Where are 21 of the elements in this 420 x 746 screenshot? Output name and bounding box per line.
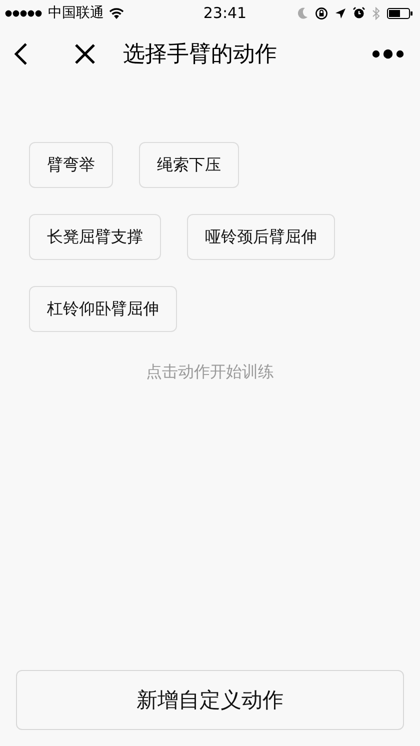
alarm-icon — [352, 7, 365, 19]
back-icon[interactable] — [14, 42, 28, 66]
exercise-button[interactable]: 杠铃仰卧臂屈伸 — [29, 286, 177, 332]
bluetooth-icon — [372, 6, 380, 20]
exercise-button[interactable]: 哑铃颈后臂屈伸 — [187, 214, 335, 260]
wifi-icon — [109, 8, 124, 18]
clock-time: 23:41 — [203, 4, 247, 22]
close-icon[interactable] — [75, 44, 95, 64]
exercise-button[interactable]: 绳索下压 — [139, 142, 239, 188]
carrier-name: 中国联通 — [48, 4, 104, 22]
add-custom-action-button[interactable]: 新增自定义动作 — [16, 670, 404, 730]
rotation-lock-icon — [314, 6, 328, 20]
battery-icon — [386, 8, 413, 18]
exercise-button[interactable]: 长凳屈臂支撑 — [29, 214, 161, 260]
hint-text: 点击动作开始训练 — [145, 362, 275, 383]
moon-icon — [298, 7, 308, 19]
page-title: 选择手臂的动作 — [123, 41, 278, 69]
exercise-button[interactable]: 臂弯举 — [29, 142, 113, 188]
signal-icon — [5, 10, 43, 16]
more-icon[interactable] — [372, 49, 404, 59]
location-icon — [334, 8, 346, 18]
